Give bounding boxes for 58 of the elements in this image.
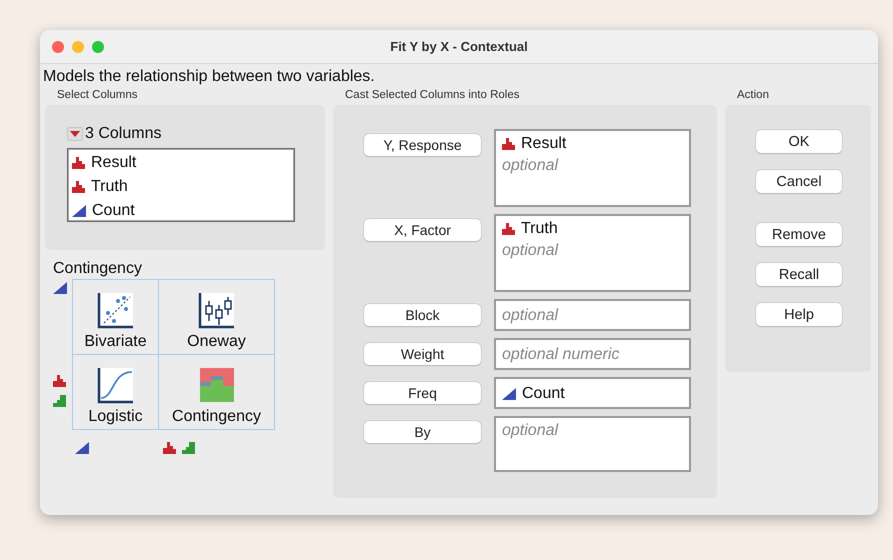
role-button[interactable]: Weight: [364, 343, 481, 365]
section-heading: Action: [736, 89, 770, 103]
disclosure-icon[interactable]: [67, 127, 83, 141]
scatter-plot-icon: [96, 291, 136, 331]
platform-cell[interactable]: Oneway: [158, 279, 275, 355]
continuous-triangle-icon: [75, 442, 89, 454]
column-item[interactable]: Truth: [72, 175, 290, 199]
column-item[interactable]: Count: [72, 199, 290, 223]
role-button[interactable]: Block: [364, 304, 481, 326]
role-field[interactable]: Truth optional: [494, 214, 691, 292]
ordinal-bars-icon: [182, 442, 195, 454]
action-button[interactable]: Help: [756, 303, 842, 326]
action-button[interactable]: Cancel: [756, 170, 842, 193]
box-plot-icon: [196, 291, 236, 331]
zoom-button[interactable]: [92, 40, 104, 52]
placeholder-text: optional: [502, 306, 560, 326]
close-button[interactable]: [52, 40, 64, 52]
role-value: Count: [522, 385, 565, 403]
column-count: 3 Columns: [85, 125, 162, 143]
placeholder-text: optional: [502, 156, 560, 176]
nominal-bars-icon: [163, 442, 176, 454]
nominal-bars-icon: [72, 157, 85, 169]
platform-title: Contingency: [53, 260, 143, 278]
continuous-triangle-icon: [72, 205, 86, 217]
action-button[interactable]: Recall: [756, 263, 842, 286]
nominal-bars-icon: [72, 181, 85, 193]
nominal-bars-icon: [502, 223, 515, 235]
section-heading: Cast Selected Columns into Roles: [344, 89, 520, 103]
role-field[interactable]: optional: [494, 416, 691, 472]
role-value: Result: [521, 135, 566, 153]
role-field[interactable]: optional: [494, 299, 691, 331]
minimize-button[interactable]: [72, 40, 84, 52]
section-heading: Select Columns: [56, 89, 139, 103]
placeholder-text: optional: [502, 421, 560, 441]
role-button[interactable]: Y, Response: [364, 134, 481, 156]
column-item[interactable]: Result: [72, 151, 290, 175]
description-text: Models the relationship between two variables.: [42, 67, 376, 86]
role-value: Truth: [521, 220, 558, 238]
action-button[interactable]: Remove: [756, 223, 842, 246]
placeholder-text: optional: [502, 241, 560, 261]
continuous-triangle-icon: [502, 388, 516, 400]
role-button[interactable]: Freq: [364, 382, 481, 404]
nominal-bars-icon: [502, 138, 515, 150]
continuous-triangle-icon: [53, 282, 67, 294]
logistic-curve-icon: [96, 366, 136, 406]
nominal-bars-icon: [53, 375, 66, 387]
platform-cell[interactable]: Logistic: [72, 354, 159, 430]
platform-cell[interactable]: Contingency: [158, 354, 275, 430]
role-field[interactable]: Count: [494, 377, 691, 409]
placeholder-text: optional numeric: [502, 345, 620, 365]
ordinal-bars-icon: [53, 395, 66, 407]
role-button[interactable]: By: [364, 421, 481, 443]
role-field[interactable]: optional numeric: [494, 338, 691, 370]
platform-cell[interactable]: Bivariate: [72, 279, 159, 355]
role-field[interactable]: Result optional: [494, 129, 691, 207]
role-button[interactable]: X, Factor: [364, 219, 481, 241]
action-button[interactable]: OK: [756, 130, 842, 153]
window-title: Fit Y by X - Contextual: [390, 39, 528, 54]
